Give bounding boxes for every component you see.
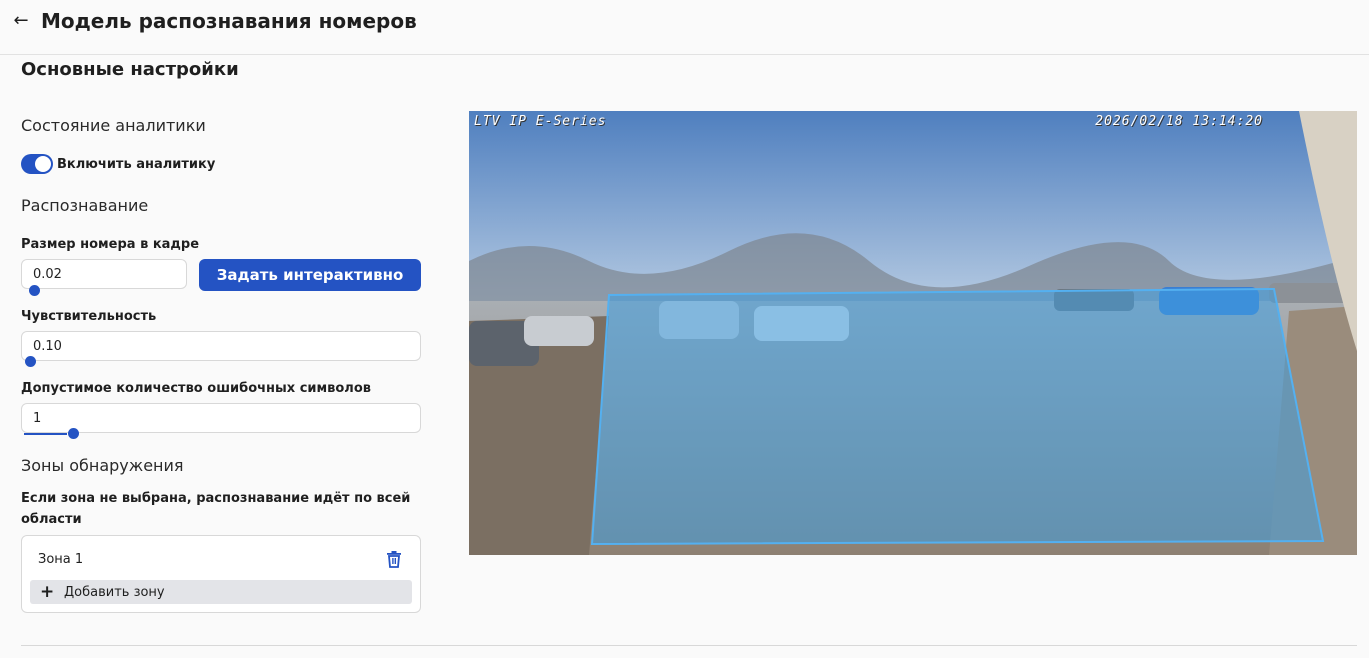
zones-list: Зона 1 + Добавить зону xyxy=(21,535,421,613)
analytics-group-title: Состояние аналитики xyxy=(21,116,206,135)
plate-size-slider-thumb[interactable] xyxy=(29,285,40,296)
page-title: Модель распознавания номеров xyxy=(41,9,417,33)
toggle-knob xyxy=(35,156,51,172)
sensitivity-label: Чувствительность xyxy=(21,309,157,324)
sensitivity-slider-thumb[interactable] xyxy=(25,356,36,367)
zones-note: Если зона не выбрана, распознавание идёт… xyxy=(21,491,411,527)
divider xyxy=(21,645,1357,646)
analytics-toggle-label: Включить аналитику xyxy=(57,157,216,172)
header: ← Модель распознавания номеров xyxy=(0,0,1369,55)
analytics-toggle[interactable] xyxy=(21,154,53,174)
camera-preview[interactable]: LTV IP E-Series 2026/02/18 13:14:20 xyxy=(469,111,1357,555)
camera-frame-image xyxy=(469,111,1357,555)
error-chars-slider-thumb[interactable] xyxy=(68,428,79,439)
error-chars-label: Допустимое количество ошибочных символов xyxy=(21,381,371,396)
add-zone-button[interactable]: + Добавить зону xyxy=(30,580,412,604)
arrow-left-icon[interactable]: ← xyxy=(12,12,30,30)
zone-item-name[interactable]: Зона 1 xyxy=(38,552,83,567)
trash-icon[interactable] xyxy=(386,551,402,568)
set-interactive-button[interactable]: Задать интерактивно xyxy=(199,259,421,291)
plate-size-label: Размер номера в кадре xyxy=(21,237,200,252)
error-chars-input[interactable] xyxy=(21,403,421,433)
add-zone-label: Добавить зону xyxy=(64,585,165,600)
plate-size-input[interactable] xyxy=(21,259,187,289)
zones-group-title: Зоны обнаружения xyxy=(21,456,184,475)
camera-osd-timestamp: 2026/02/18 13:14:20 xyxy=(1095,114,1263,129)
camera-osd-label: LTV IP E-Series xyxy=(474,114,607,129)
error-chars-slider-track xyxy=(24,433,67,435)
recognition-group-title: Распознавание xyxy=(21,196,149,215)
section-title: Основные настройки xyxy=(21,59,239,80)
sensitivity-input[interactable] xyxy=(21,331,421,361)
plus-icon: + xyxy=(40,582,55,602)
